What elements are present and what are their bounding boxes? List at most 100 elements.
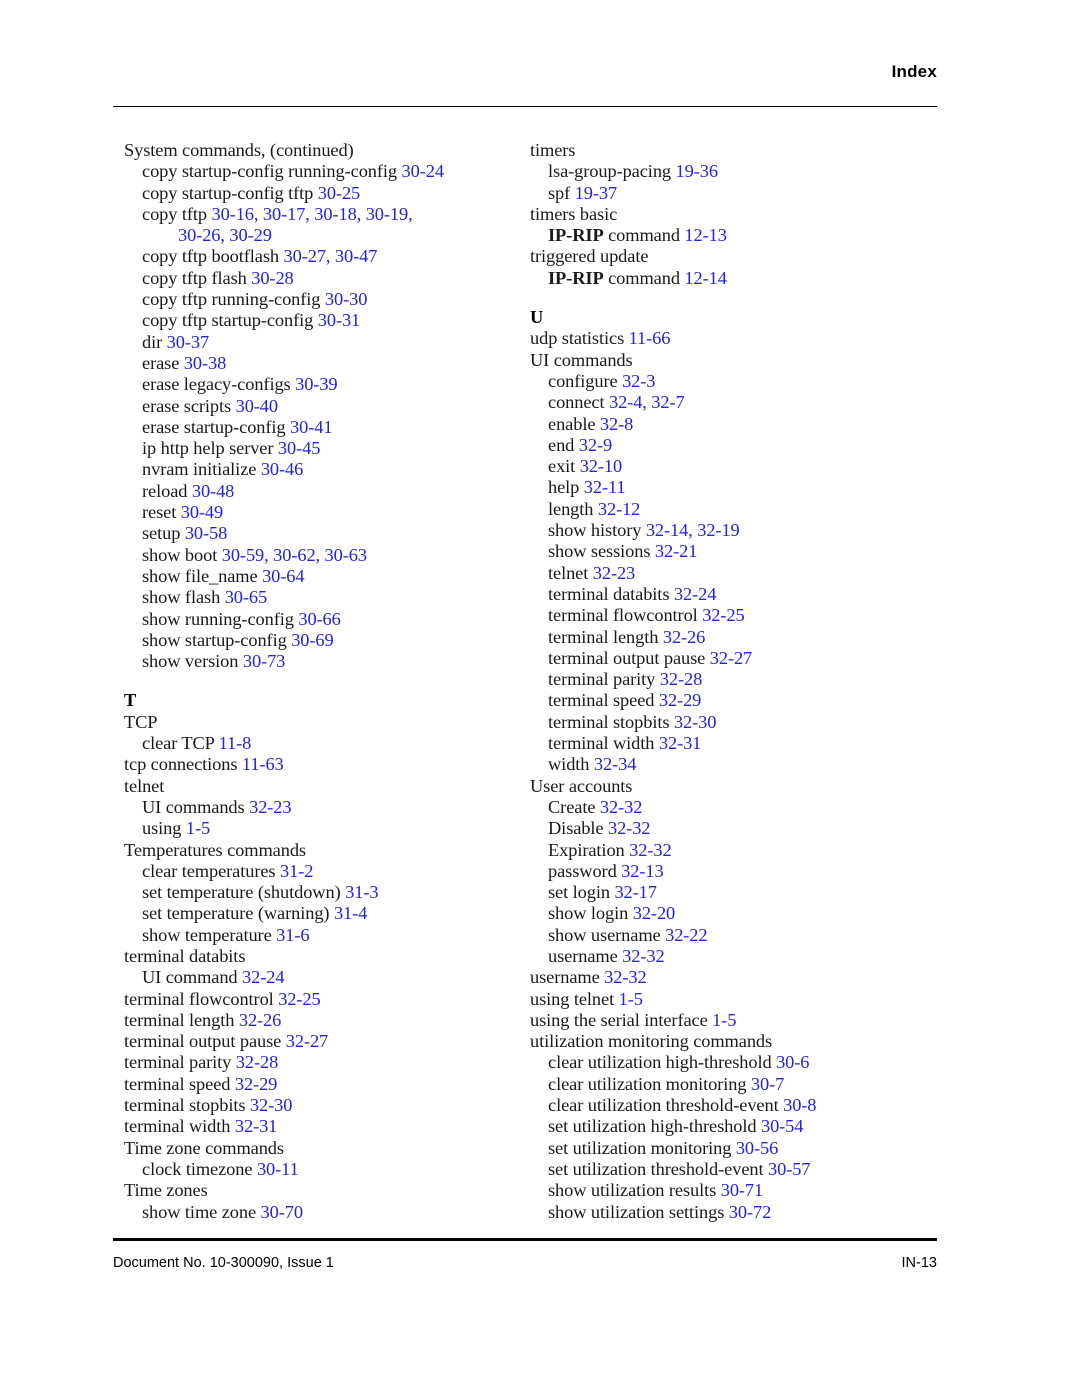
index-page-reference[interactable]: 32-14, 32-19: [646, 520, 740, 540]
index-column-left: System commands, (continued) copy startup…: [124, 140, 524, 1223]
index-entry: terminal parity 32-28: [124, 1052, 524, 1073]
index-page-reference[interactable]: 32-21: [655, 541, 698, 561]
index-page-reference[interactable]: 32-23: [249, 797, 292, 817]
index-page-reference[interactable]: 30-41: [290, 417, 333, 437]
index-page-reference[interactable]: 32-9: [579, 435, 612, 455]
index-page-reference[interactable]: 12-13: [684, 225, 727, 245]
index-page-reference[interactable]: 11-66: [629, 328, 671, 348]
index-page-reference[interactable]: 30-38: [184, 353, 227, 373]
index-page-reference[interactable]: 30-45: [278, 438, 321, 458]
index-page-reference[interactable]: 30-7: [751, 1074, 784, 1094]
index-subentry: set temperature (shutdown) 31-3: [124, 882, 524, 903]
index-page-reference[interactable]: 32-24: [242, 967, 285, 987]
index-page-reference[interactable]: 32-22: [665, 925, 708, 945]
index-page-reference[interactable]: 30-48: [192, 481, 235, 501]
index-page-reference[interactable]: 30-40: [236, 396, 279, 416]
index-page-reference[interactable]: 32-29: [659, 690, 702, 710]
index-page-reference[interactable]: 1-5: [712, 1010, 736, 1030]
index-page-reference[interactable]: 31-4: [334, 903, 367, 923]
index-page-reference[interactable]: 30-66: [298, 609, 341, 629]
index-page-reference[interactable]: 32-27: [710, 648, 753, 668]
index-page-reference[interactable]: 31-3: [345, 882, 378, 902]
index-page-reference[interactable]: 30-26, 30-29: [178, 225, 272, 245]
index-page-reference[interactable]: 30-70: [261, 1202, 304, 1222]
index-page-reference[interactable]: 30-37: [167, 332, 210, 352]
index-page-reference[interactable]: 32-17: [614, 882, 657, 902]
index-entry: terminal length 32-26: [124, 1010, 524, 1031]
index-page-reference[interactable]: 12-14: [684, 268, 727, 288]
index-page-reference[interactable]: 30-16, 30-17, 30-18, 30-19,: [212, 204, 413, 224]
index-page-reference[interactable]: 32-30: [674, 712, 717, 732]
index-page-reference[interactable]: 32-28: [660, 669, 703, 689]
index-page-reference[interactable]: 31-2: [280, 861, 313, 881]
index-page-reference[interactable]: 32-12: [598, 499, 641, 519]
index-page-reference[interactable]: 30-49: [181, 502, 224, 522]
index-page-reference[interactable]: 31-6: [276, 925, 309, 945]
index-page-reference[interactable]: 32-20: [633, 903, 676, 923]
index-entry-label: UI command: [142, 967, 238, 988]
index-page-reference[interactable]: 19-37: [575, 183, 618, 203]
index-page-reference[interactable]: 30-11: [257, 1159, 299, 1179]
index-page-reference[interactable]: 32-25: [278, 989, 321, 1009]
index-page-reference[interactable]: 32-28: [236, 1052, 279, 1072]
index-page-reference[interactable]: 30-69: [291, 630, 334, 650]
index-page-reference[interactable]: 30-46: [261, 459, 304, 479]
index-page-reference[interactable]: 30-64: [262, 566, 305, 586]
index-page-reference[interactable]: 32-31: [659, 733, 702, 753]
index-page-reference[interactable]: 32-32: [608, 818, 651, 838]
index-page-reference[interactable]: 30-57: [768, 1159, 811, 1179]
index-page-reference[interactable]: 32-32: [604, 967, 647, 987]
index-page-reference[interactable]: 32-3: [622, 371, 655, 391]
index-page-reference[interactable]: 30-56: [736, 1138, 779, 1158]
index-entry-label: clear temperatures: [142, 860, 276, 881]
index-page-reference[interactable]: 30-54: [761, 1116, 804, 1136]
index-page-reference[interactable]: 30-25: [318, 183, 361, 203]
index-page-reference[interactable]: 32-26: [663, 627, 706, 647]
index-page-reference[interactable]: 32-32: [600, 797, 643, 817]
index-page-reference[interactable]: 30-73: [243, 651, 286, 671]
index-page-reference[interactable]: 30-58: [185, 523, 228, 543]
index-page-reference[interactable]: 11-8: [219, 733, 252, 753]
index-page-reference[interactable]: 32-10: [580, 456, 623, 476]
index-page-reference[interactable]: 32-29: [235, 1074, 278, 1094]
index-page-reference[interactable]: 30-59, 30-62, 30-63: [222, 545, 367, 565]
index-page-reference[interactable]: 32-24: [674, 584, 717, 604]
index-entry-label: show username: [548, 924, 661, 945]
index-page-reference[interactable]: 32-34: [594, 754, 637, 774]
index-page-reference[interactable]: 30-28: [251, 268, 294, 288]
index-page-reference[interactable]: 30-39: [295, 374, 338, 394]
index-entry: Time zones: [124, 1180, 524, 1201]
index-page-reference[interactable]: 32-23: [593, 563, 636, 583]
index-page-reference[interactable]: 30-65: [225, 587, 268, 607]
index-page-reference[interactable]: 30-31: [318, 310, 361, 330]
index-page-reference[interactable]: 32-31: [235, 1116, 278, 1136]
index-page-reference[interactable]: 19-36: [676, 161, 719, 181]
index-page-reference[interactable]: 32-8: [600, 414, 633, 434]
index-page-reference[interactable]: 1-5: [619, 989, 643, 1009]
index-page-reference[interactable]: 30-24: [402, 161, 445, 181]
index-page-reference[interactable]: 11-63: [242, 754, 284, 774]
index-page-reference[interactable]: 32-27: [286, 1031, 329, 1051]
index-entry: UI commands: [530, 350, 930, 371]
index-page-reference[interactable]: 32-30: [250, 1095, 293, 1115]
index-page-reference[interactable]: 30-8: [783, 1095, 816, 1115]
index-page-reference[interactable]: 32-11: [584, 477, 626, 497]
index-entry-label: set utilization high-threshold: [548, 1116, 757, 1137]
index-page-reference[interactable]: 32-26: [239, 1010, 282, 1030]
index-entry-label: show flash: [142, 587, 221, 608]
index-page-reference[interactable]: 30-72: [729, 1202, 772, 1222]
index-page-reference[interactable]: 30-27, 30-47: [284, 246, 378, 266]
index-page-reference[interactable]: 32-32: [629, 840, 672, 860]
index-page-reference[interactable]: 32-25: [702, 605, 745, 625]
index-page-reference[interactable]: 1-5: [186, 818, 210, 838]
index-subentry: exit 32-10: [530, 456, 930, 477]
index-page-reference[interactable]: 30-30: [325, 289, 368, 309]
index-page-reference[interactable]: 32-4, 32-7: [609, 392, 685, 412]
index-page-reference[interactable]: 32-32: [622, 946, 665, 966]
index-page-reference[interactable]: 30-71: [721, 1180, 764, 1200]
index-entry-label: enable: [548, 413, 596, 434]
index-page-reference[interactable]: 30-6: [776, 1052, 809, 1072]
index-page-reference[interactable]: 32-13: [621, 861, 664, 881]
index-subentry: terminal speed 32-29: [530, 690, 930, 711]
index-entry-label: using: [142, 818, 182, 839]
